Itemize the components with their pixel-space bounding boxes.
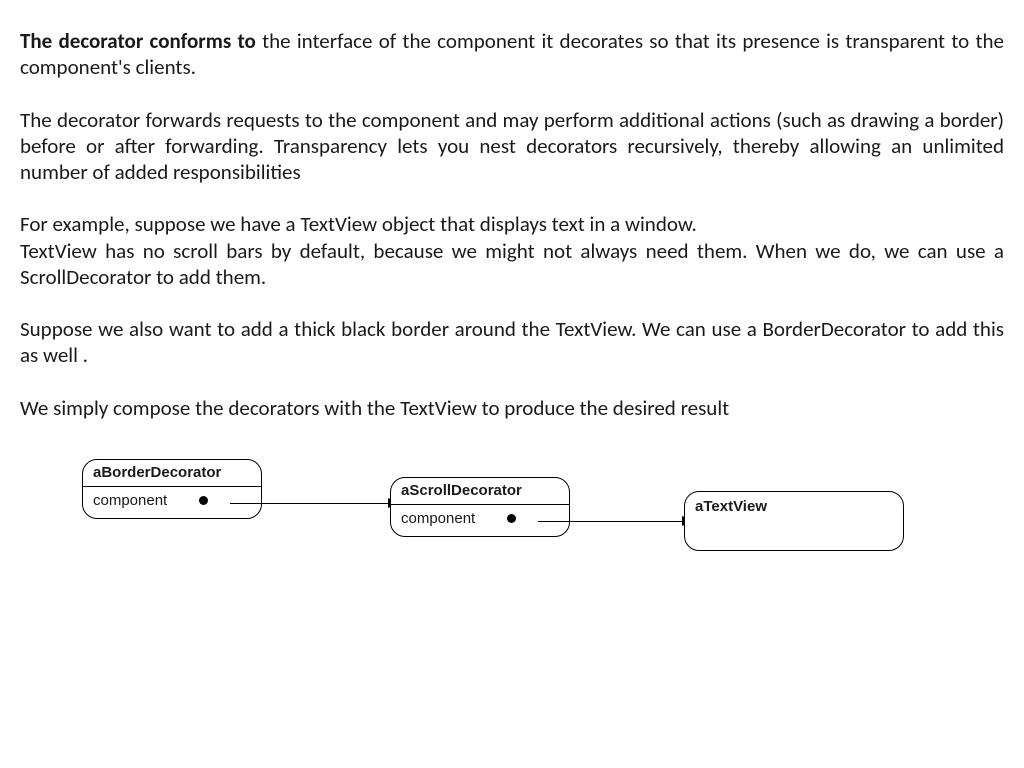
object-slot: component [391, 505, 569, 531]
object-slot-label: component [401, 510, 475, 529]
paragraph-2: The decorator forwards requests to the c… [20, 107, 1004, 186]
object-box-scroll-decorator: aScrollDecorator component [390, 477, 570, 537]
paragraph-5: We simply compose the decorators with th… [20, 395, 1004, 421]
paragraph-3-line1: For example, suppose we have a TextView … [20, 211, 697, 237]
object-diagram: aBorderDecorator component aScrollDecora… [70, 459, 1004, 609]
object-box-border-decorator: aBorderDecorator component [82, 459, 262, 519]
paragraph-1-bold-lead: The decorator conforms to [20, 28, 256, 54]
object-title: aScrollDecorator [391, 478, 569, 505]
arrow-line-1 [230, 503, 390, 505]
object-title: aBorderDecorator [83, 460, 261, 487]
object-title: aTextView [685, 492, 903, 520]
object-slot-label: component [93, 492, 167, 511]
object-box-textview: aTextView [684, 491, 904, 551]
reference-dot-icon [199, 496, 208, 505]
arrow-line-2 [538, 521, 684, 523]
reference-dot-icon [507, 514, 516, 523]
paragraph-3: For example, suppose we have a TextView … [20, 211, 1004, 290]
paragraph-1: The decorator conforms to the interface … [20, 28, 1004, 81]
object-slot: component [83, 487, 261, 513]
paragraph-4: Suppose we also want to add a thick blac… [20, 316, 1004, 369]
paragraph-3-line2: TextView has no scroll bars by default, … [20, 238, 1004, 290]
